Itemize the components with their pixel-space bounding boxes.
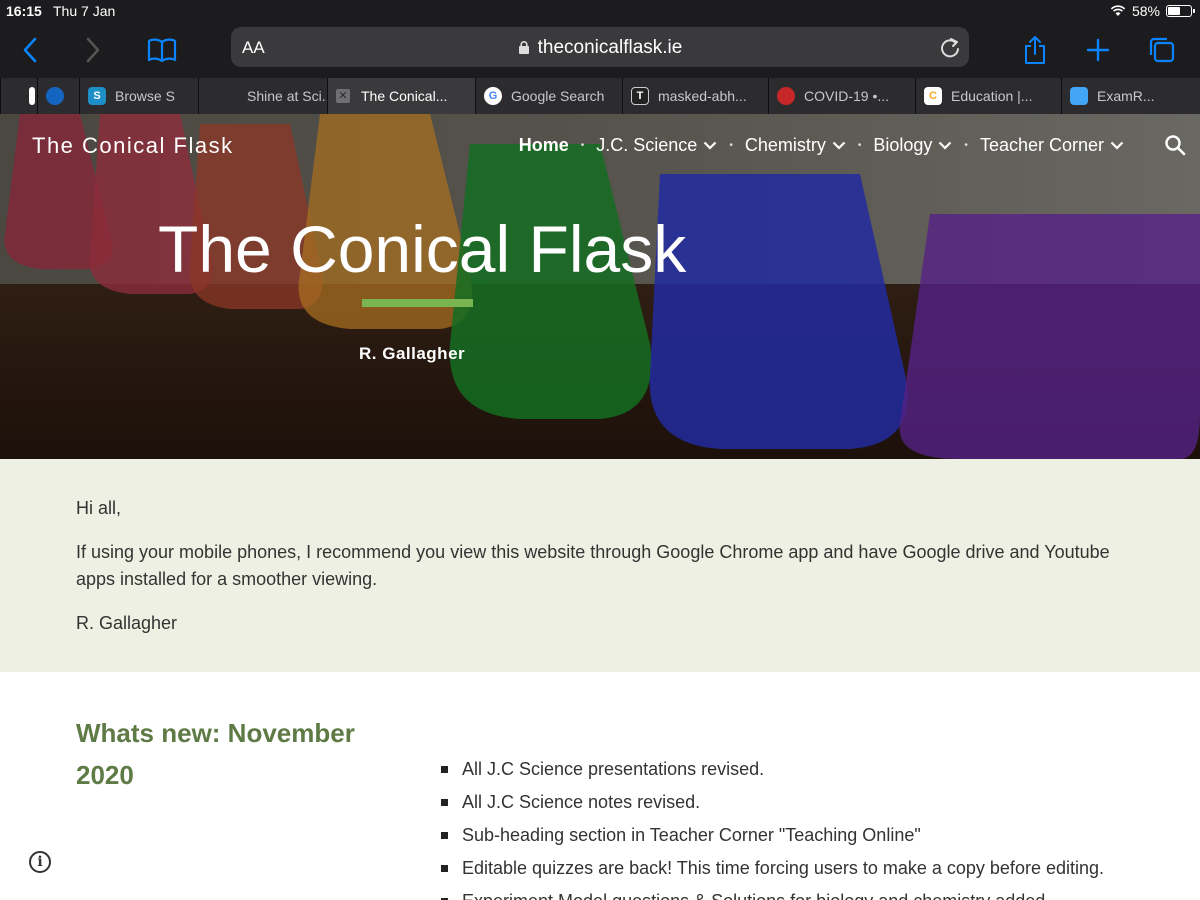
bookmarks-button[interactable] (142, 30, 182, 70)
nav-chemistry[interactable]: Chemistry (745, 135, 846, 156)
tab-1[interactable] (37, 78, 79, 114)
chevron-left-icon (23, 37, 37, 63)
nav-separator: • (729, 140, 733, 151)
nav-separator: • (857, 140, 862, 151)
nav-label: Chemistry (744, 135, 826, 155)
status-right: 58% (1110, 3, 1195, 19)
tab-label: COVID-19 •... (804, 88, 890, 104)
site-title[interactable]: The Conical Flask (32, 133, 234, 159)
google-icon: G (484, 87, 502, 105)
status-bar: 16:15 Thu 7 Jan 58% (0, 0, 1200, 22)
chevron-down-icon (1110, 141, 1124, 150)
url-text: theconicalflask.ie (537, 37, 683, 58)
chevron-down-icon (939, 141, 952, 150)
address-bar[interactable]: AA theconicalflask.ie (231, 27, 969, 67)
tab-6[interactable]: T masked-abh... (622, 78, 768, 114)
chevron-right-icon (86, 37, 100, 63)
globe-icon (46, 87, 64, 105)
nav-biology[interactable]: Biology (873, 135, 952, 156)
url-display[interactable]: theconicalflask.ie (231, 37, 969, 59)
nav-jc-science[interactable]: J.C. Science (596, 135, 717, 156)
book-icon (147, 38, 177, 62)
tab-label: ExamR... (1097, 88, 1155, 104)
tab-bar: S Browse S Shine at Sci... ✕ The Conical… (0, 78, 1200, 114)
tab-favicon-c: C (924, 87, 942, 105)
tab-favicon-t: T (631, 87, 649, 105)
tab-label: masked-abh... (658, 88, 747, 104)
tabs-overview-button[interactable] (1142, 30, 1182, 70)
notice-message: If using your mobile phones, I recommend… (76, 542, 1110, 589)
list-item: Sub-heading section in Teacher Corner "T… (438, 821, 1104, 854)
person-icon (777, 87, 795, 105)
tab-label: Browse S (115, 88, 175, 104)
tab-2[interactable]: S Browse S (79, 78, 198, 114)
stack-icon (1070, 87, 1088, 105)
battery-icon (1166, 5, 1195, 17)
hero-title: The Conical Flask (158, 212, 687, 286)
nav-separator: • (580, 140, 585, 151)
tab-favicon-s: S (88, 87, 106, 105)
chevron-down-icon (832, 141, 846, 150)
share-icon (1025, 36, 1045, 64)
tab-label: Education |... (951, 88, 1033, 104)
reload-icon[interactable] (939, 35, 961, 59)
hero-banner: The Conical Flask Home • J.C. Science • … (0, 114, 1200, 459)
tab-8[interactable]: C Education |... (915, 78, 1061, 114)
search-icon (1165, 135, 1186, 156)
hero-accent-bar (362, 299, 473, 307)
tab-7[interactable]: COVID-19 •... (768, 78, 915, 114)
new-tab-button[interactable] (1078, 30, 1118, 70)
share-button[interactable] (1015, 30, 1055, 70)
list-item: Editable quizzes are back! This time for… (438, 854, 1104, 887)
back-button[interactable] (10, 30, 50, 70)
nav-label: J.C. Science (596, 135, 698, 155)
nav-separator: • (964, 140, 968, 151)
tabs-icon (1149, 37, 1175, 63)
info-icon[interactable]: i (29, 851, 51, 873)
list-item: Experiment Model questions & Solutions f… (438, 887, 1104, 900)
tab-3[interactable]: Shine at Sci... (198, 78, 327, 114)
whats-new-list: All J.C Science presentations revised. A… (438, 755, 1104, 900)
tab-favicon (29, 87, 35, 105)
forward-button[interactable] (73, 30, 113, 70)
nav-home[interactable]: Home (519, 135, 569, 156)
wifi-icon (1110, 5, 1126, 16)
nav-label: Teacher Corner (979, 135, 1104, 155)
chevron-down-icon (704, 141, 717, 150)
notice-section: Hi all, If using your mobile phones, I r… (0, 459, 1200, 672)
main-nav: Home • J.C. Science • Chemistry • Biolog… (519, 135, 1124, 156)
list-item: All J.C Science notes revised. (438, 788, 1104, 821)
nav-label: Biology (873, 135, 933, 155)
tab-0[interactable] (0, 78, 37, 114)
plus-icon (1086, 38, 1110, 62)
site-search-button[interactable] (1164, 134, 1186, 161)
whats-new-heading: Whats new: November 2020 (76, 718, 355, 790)
status-time: 16:15 (6, 3, 42, 19)
tab-label: Shine at Sci... (247, 88, 327, 104)
browser-toolbar: AA theconicalflask.ie (0, 22, 1200, 78)
hero-author: R. Gallagher (359, 344, 466, 363)
tab-label: The Conical... (361, 88, 448, 104)
list-item: All J.C Science presentations revised. (438, 755, 1104, 788)
tab-9[interactable]: ExamR... (1061, 78, 1200, 114)
notice-signature: R. Gallagher (76, 613, 178, 633)
lock-icon (518, 41, 529, 54)
nav-teacher-corner[interactable]: Teacher Corner (980, 135, 1124, 156)
tab-5[interactable]: G Google Search (475, 78, 622, 114)
battery-percent: 58% (1131, 3, 1160, 19)
status-date: Thu 7 Jan (53, 3, 116, 19)
tab-label: Google Search (511, 88, 605, 104)
tab-active[interactable]: ✕ The Conical... (327, 78, 475, 114)
notice-greeting: Hi all, (76, 498, 122, 518)
close-tab-icon[interactable]: ✕ (336, 89, 350, 103)
